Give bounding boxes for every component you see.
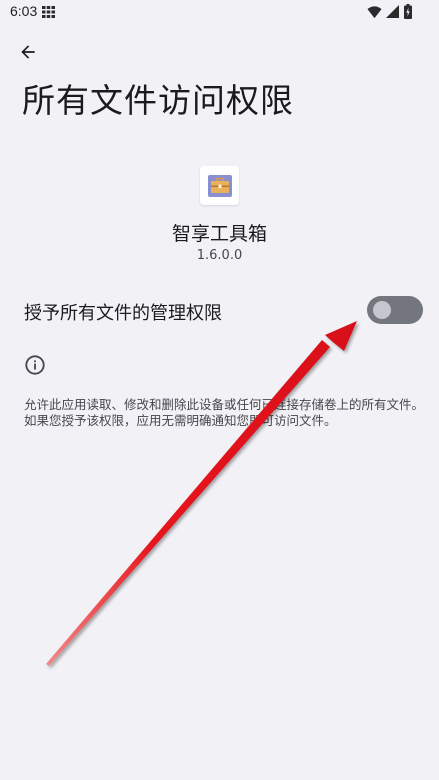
app-icon: [200, 166, 239, 205]
info-icon: [25, 355, 45, 375]
wifi-icon: [367, 6, 382, 19]
signal-icon: [386, 5, 399, 18]
toggle-switch[interactable]: [367, 296, 423, 324]
permission-label: 授予所有文件的管理权限: [24, 303, 222, 324]
permission-row[interactable]: 授予所有文件的管理权限: [0, 286, 439, 334]
status-bar: 6:03: [0, 0, 439, 24]
permission-description: 允许此应用读取、修改和删除此设备或任何已连接存储卷上的所有文件。如果您授予该权限…: [24, 397, 425, 428]
page-title: 所有文件访问权限: [22, 81, 294, 120]
back-button[interactable]: [14, 38, 42, 66]
status-time: 6:03: [10, 3, 38, 19]
arrow-left-icon: [21, 45, 35, 59]
toggle-thumb: [373, 301, 391, 319]
app-name: 智享工具箱: [171, 223, 267, 245]
battery-icon: [404, 4, 412, 19]
toolbox-icon: [207, 174, 232, 197]
app-version: 1.6.0.0: [196, 248, 243, 263]
grid-icon: [42, 6, 55, 18]
